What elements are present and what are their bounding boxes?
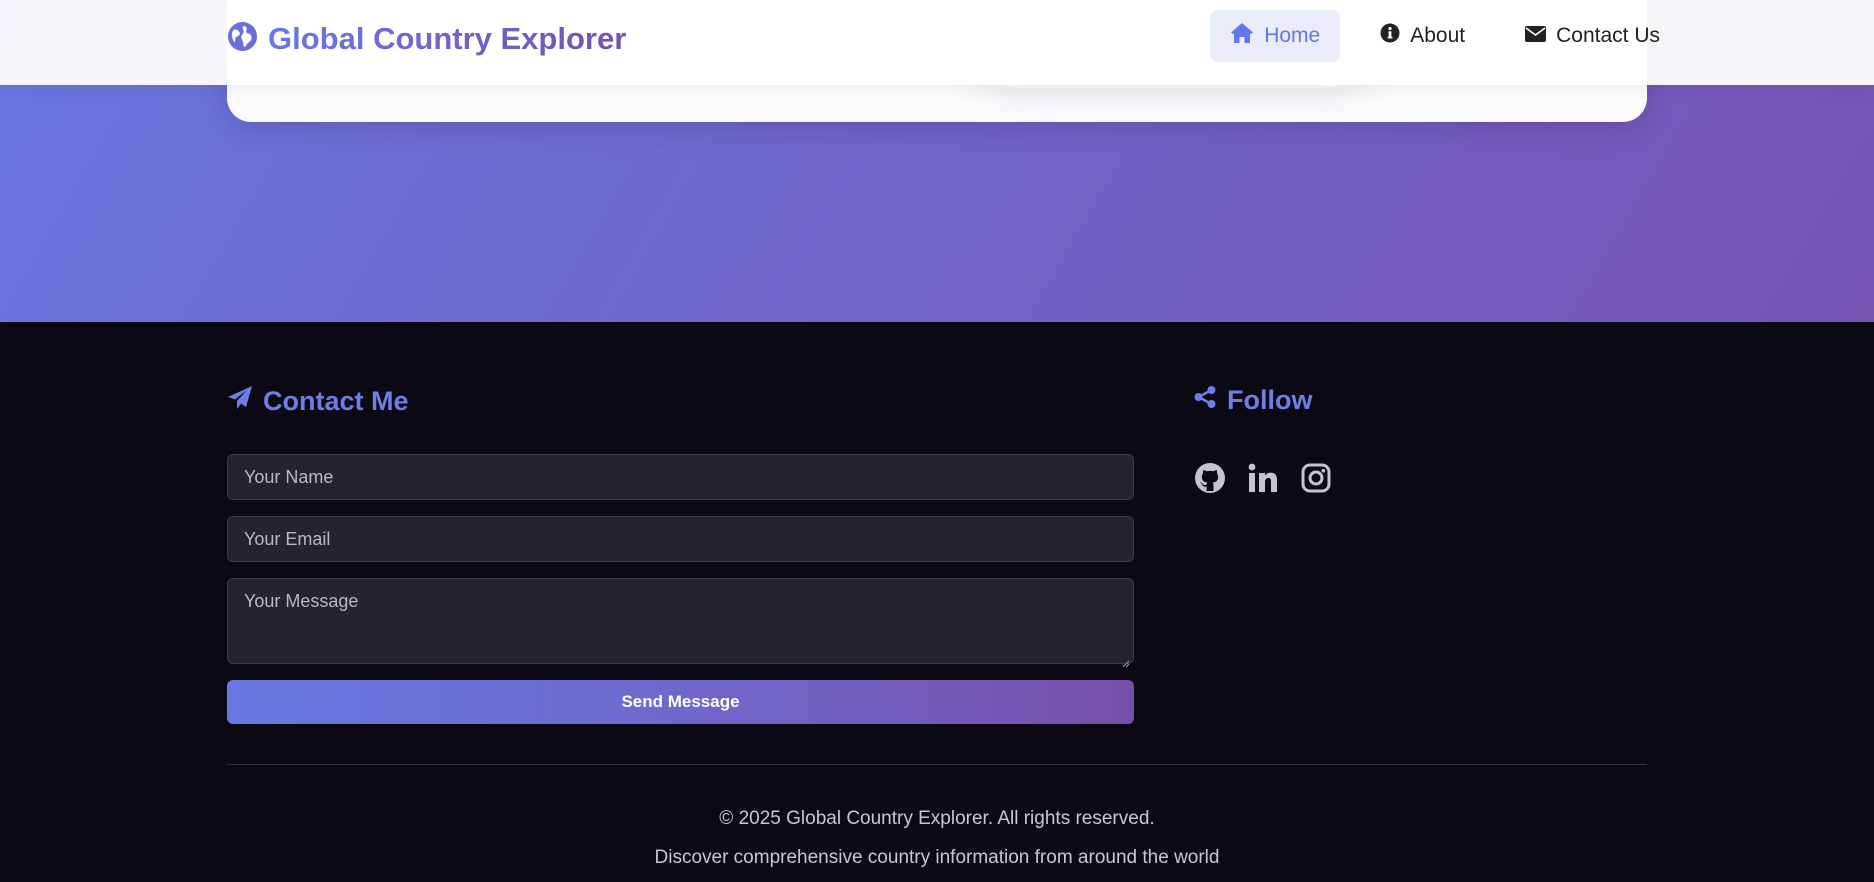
instagram-icon[interactable] [1299,461,1332,494]
brand-title: Global Country Explorer [268,21,627,56]
nav-menu: Home About Contact Us [1190,10,1680,62]
follow-title-text: Follow [1227,385,1313,415]
nav-about[interactable]: About [1360,10,1485,62]
linkedin-icon[interactable] [1246,461,1279,494]
social-links [1193,461,1332,494]
nav-home[interactable]: Home [1210,10,1341,62]
globe-icon [227,21,258,57]
nav-contact[interactable]: Contact Us [1505,10,1680,62]
paper-plane-icon [227,385,253,418]
footer-divider [227,764,1647,765]
copyright-text: © 2025 Global Country Explorer. All righ… [719,808,1155,829]
resize-handle-icon[interactable] [1122,652,1130,668]
envelope-icon [1525,24,1547,48]
info-icon [1380,23,1400,49]
home-icon [1230,22,1254,50]
brand-logo[interactable]: Global Country Explorer [227,19,626,59]
footer: Contact Me Your Name Your Email Your Mes… [0,322,1874,882]
share-icon [1193,385,1217,416]
contact-title: Contact Me [227,385,409,418]
email-placeholder: Your Email [244,528,331,549]
message-placeholder: Your Message [244,591,359,611]
contact-title-text: Contact Me [263,386,409,416]
navbar: Global Country Explorer Home About Conta… [0,0,1874,85]
nav-home-label: Home [1264,24,1321,47]
name-placeholder: Your Name [244,466,334,487]
nav-about-label: About [1410,24,1466,47]
email-input[interactable]: Your Email [227,516,1134,562]
message-textarea[interactable]: Your Message [227,578,1134,668]
nav-contact-label: Contact Us [1556,24,1660,47]
github-icon[interactable] [1193,461,1226,494]
footer-tagline: Discover comprehensive country informati… [654,847,1220,868]
name-input[interactable]: Your Name [227,454,1134,500]
send-message-button[interactable]: Send Message [227,680,1134,724]
follow-title: Follow [1193,385,1312,416]
